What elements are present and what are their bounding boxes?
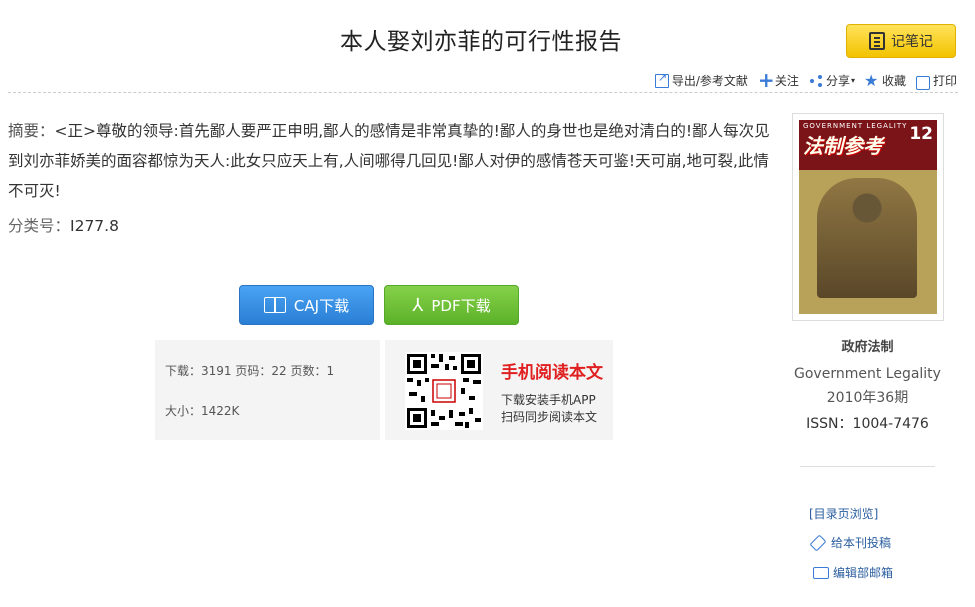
divider [8, 92, 958, 93]
printer-icon [915, 75, 930, 90]
classification-label: 分类号： [8, 217, 71, 235]
abstract: 摘要：<正>尊敬的领导:首先鄙人要严正申明,鄙人的感情是非常真挚的!鄙人的身世也… [8, 116, 772, 206]
stats-line-counts: 下载：3191 页码：22 页数：1 [165, 364, 335, 378]
star-icon [864, 71, 879, 90]
caj-download-label: CAJ下载 [293, 296, 350, 315]
plus-icon [758, 68, 775, 92]
journal-info: 政府法制 Government Legality 2010年36期 ISSN：1… [780, 337, 955, 435]
stats-line-size: 大小：1422K [165, 404, 240, 418]
article-toolbar: 导出/参考文献 关注 分享 ▾ 收藏 打印 [645, 68, 957, 92]
qr-code-icon [407, 354, 481, 428]
download-stats: 下载：3191 页码：22 页数：1 大小：1422K [155, 340, 380, 440]
export-citation-button[interactable]: 导出/参考文献 [654, 71, 748, 89]
notebook-icon [869, 32, 885, 50]
pdf-download-label: PDF下载 [431, 296, 491, 315]
envelope-icon [813, 566, 829, 579]
abstract-text: <正>尊敬的领导:首先鄙人要严正申明,鄙人的感情是非常真挚的!鄙人的身世也是绝对… [8, 122, 770, 200]
submit-manuscript-label: 给本刊投稿 [831, 536, 892, 550]
toc-browse-label: [目录页浏览] [809, 507, 879, 521]
mobile-read-panel: 手机阅读本文 下载安装手机APP 扫码同步阅读本文 [385, 340, 613, 440]
classification-value: I277.8 [70, 217, 119, 235]
export-label: 导出/参考文献 [671, 74, 748, 88]
editorial-email-link[interactable]: 编辑部邮箱 [813, 564, 893, 581]
page-title: 本人娶刘亦菲的可行性报告 [340, 29, 622, 55]
pdf-download-button[interactable]: ⅄ PDF下载 [384, 285, 519, 325]
cover-image: GOVERNMENT LEGALITY 法制参考 12 [799, 120, 937, 314]
share-icon [809, 74, 823, 88]
follow-label: 关注 [774, 74, 799, 88]
book-icon [263, 297, 286, 313]
take-notes-button[interactable]: 记笔记 [846, 24, 956, 58]
abstract-label: 摘要： [8, 122, 55, 140]
print-label: 打印 [932, 74, 957, 88]
journal-cover[interactable]: GOVERNMENT LEGALITY 法制参考 12 [792, 113, 944, 321]
journal-name[interactable]: 政府法制 [780, 337, 955, 359]
qr-code[interactable] [405, 352, 483, 430]
export-icon [654, 71, 669, 88]
mobile-read-instructions: 下载安装手机APP 扫码同步阅读本文 [501, 392, 597, 426]
classification: 分类号：I277.8 [8, 214, 119, 236]
take-notes-label: 记笔记 [891, 34, 933, 50]
favorite-label: 收藏 [881, 74, 906, 88]
journal-english-name: Government Legality [794, 366, 941, 382]
submit-manuscript-link[interactable]: 给本刊投稿 [809, 534, 892, 551]
journal-issn: ISSN：1004-7476 [806, 416, 929, 432]
journal-issue[interactable]: 2010年36期 [780, 387, 955, 409]
cover-portrait [817, 178, 917, 298]
pdf-icon: ⅄ [412, 294, 424, 316]
share-button[interactable]: 分享 ▾ [809, 72, 855, 89]
divider [800, 466, 935, 467]
caj-download-button[interactable]: CAJ下载 [239, 285, 374, 325]
mobile-read-line-1: 下载安装手机APP [501, 393, 596, 407]
editorial-email-label: 编辑部邮箱 [833, 566, 894, 580]
follow-button[interactable]: 关注 [758, 68, 799, 92]
print-button[interactable]: 打印 [915, 72, 957, 90]
mobile-read-line-2: 扫码同步阅读本文 [501, 410, 598, 424]
chevron-down-icon: ▾ [850, 76, 855, 85]
mobile-read-title: 手机阅读本文 [501, 363, 603, 383]
pen-icon [809, 534, 827, 551]
cover-issue-number: 12 [909, 124, 933, 144]
share-label: 分享 [825, 74, 850, 88]
favorite-button[interactable]: 收藏 [864, 71, 906, 90]
toc-browse-link[interactable]: [目录页浏览] [809, 505, 878, 522]
